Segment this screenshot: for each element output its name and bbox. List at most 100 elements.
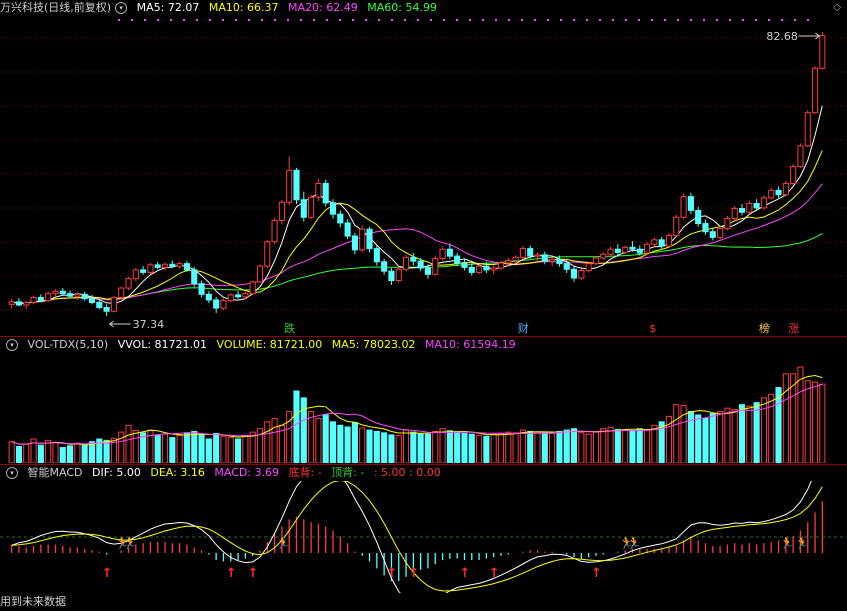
candle-up: [651, 239, 658, 245]
candle-down: [198, 283, 205, 295]
volume-bar-down: [205, 438, 212, 463]
candle-down: [351, 235, 358, 251]
runner-signal-icon: 🏃: [123, 536, 138, 550]
candle-down: [96, 301, 103, 308]
signal-dot: [222, 19, 224, 21]
candle-down: [454, 255, 461, 264]
volume-bar-up: [622, 429, 629, 463]
candle-up: [395, 268, 402, 282]
high-price-label: 82.68: [766, 30, 798, 43]
volume-bar-down: [366, 429, 373, 463]
candle-down: [366, 228, 373, 250]
volume-bar-up: [439, 428, 446, 463]
volume-bar-up: [505, 431, 512, 463]
volume-bar-up: [804, 380, 811, 463]
volume-bar-up: [811, 381, 819, 463]
volume-bar-down: [424, 433, 432, 463]
volume-bar-down: [235, 438, 242, 463]
macd-chart[interactable]: ↑ ↑ ↑ ↑ ↑ ↑ ↑ ↑🏃🏃 🏃 🏃🏃 🏃 🏃: [0, 481, 847, 593]
signal-dot: [404, 19, 406, 21]
macd-circle-icon[interactable]: ▾: [6, 467, 18, 479]
buy-arrow-icon: ↑: [408, 566, 419, 581]
macd-tail-readout: : 5.00 : 0.00: [373, 466, 441, 479]
candle-up: [118, 287, 125, 298]
volume-bar-down: [687, 411, 694, 463]
candle-up: [308, 196, 315, 218]
volume-bar-down: [183, 432, 190, 463]
signal-dot: [664, 19, 666, 21]
candle-up: [30, 296, 37, 303]
candle-down: [373, 248, 380, 263]
candle-down: [300, 199, 307, 218]
signal-dot: [586, 19, 588, 21]
volume-bar-up: [819, 383, 826, 463]
candle-up: [242, 293, 249, 298]
runner-signal-icon: 🏃: [794, 536, 809, 550]
volume-bar-down: [59, 447, 66, 463]
volume-bar-down: [527, 430, 534, 463]
ma20-value: 62.49: [326, 1, 358, 14]
volume-bar-down: [388, 434, 395, 463]
event-marker: 榜: [759, 321, 770, 335]
volume-bar-down: [636, 428, 643, 463]
signal-dot: [235, 19, 237, 21]
candle-up: [8, 301, 15, 305]
candle-down: [702, 223, 709, 233]
candle-down: [337, 213, 344, 224]
volume-bar-up: [673, 404, 680, 463]
volume-bar-up: [600, 428, 607, 463]
volume-bar-down: [709, 413, 716, 463]
volume-circle-icon[interactable]: ▾: [6, 339, 18, 351]
candle-down: [658, 239, 665, 247]
event-marker: 跌: [284, 321, 295, 335]
volume-bar-down: [381, 432, 388, 463]
candle-up: [161, 263, 169, 268]
expand-diamond-icon[interactable]: ◇: [833, 2, 841, 13]
signal-dot: [170, 19, 172, 21]
settings-circle-icon[interactable]: ▾: [115, 2, 128, 14]
candle-up: [819, 35, 826, 69]
candle-up: [125, 278, 132, 289]
buy-arrow-icon: ↑: [248, 566, 259, 581]
signal-dot: [313, 19, 315, 21]
candle-down: [468, 266, 475, 273]
volume-bar-down: [15, 446, 23, 463]
buy-arrow-icon: ↑: [102, 566, 113, 581]
dif-readout: DIF: 5.00: [91, 466, 141, 479]
volume-bar-down: [169, 437, 176, 463]
event-marker: 涨: [788, 322, 799, 335]
signal-dot: [144, 19, 146, 21]
signal-dot: [118, 19, 120, 21]
volume-bar-down: [103, 439, 110, 463]
candle-down: [629, 246, 636, 250]
candle-up: [600, 253, 607, 259]
signal-dot: [729, 19, 731, 21]
volume-bar-up: [249, 431, 256, 463]
candle-down: [461, 262, 468, 268]
candle-down: [738, 208, 746, 213]
future-data-note: 用到未来数据: [0, 595, 66, 608]
candle-up: [578, 270, 585, 279]
candle-down: [88, 298, 96, 303]
signal-dot: [339, 19, 341, 21]
candle-up: [110, 296, 117, 312]
volume-bar-down: [329, 421, 337, 463]
signal-dot: [742, 19, 744, 21]
price-chart[interactable]: 82.68 37.34 跌 财 $ 榜 涨: [0, 16, 847, 336]
candle-up: [249, 281, 256, 295]
volume-bar-up: [315, 417, 322, 463]
ma5-label: MA5:: [136, 1, 165, 14]
candle-up: [147, 264, 154, 273]
volume-bar-down: [461, 433, 468, 463]
vol-ma10-readout: MA10: 61594.19: [425, 338, 516, 351]
volume-bar-up: [592, 431, 599, 463]
volume-bar-up: [476, 435, 483, 463]
volume-bar-up: [585, 433, 592, 463]
volume-header: ▾ VOL-TDX(5,10) VVOL: 81721.01 VOLUME: 8…: [0, 337, 522, 353]
ma60-value: 54.99: [405, 1, 437, 14]
candle-down: [417, 260, 424, 269]
volume-bar-down: [81, 443, 88, 463]
signal-dot: [183, 19, 185, 21]
candle-up: [644, 243, 651, 254]
volume-chart[interactable]: [0, 353, 847, 463]
